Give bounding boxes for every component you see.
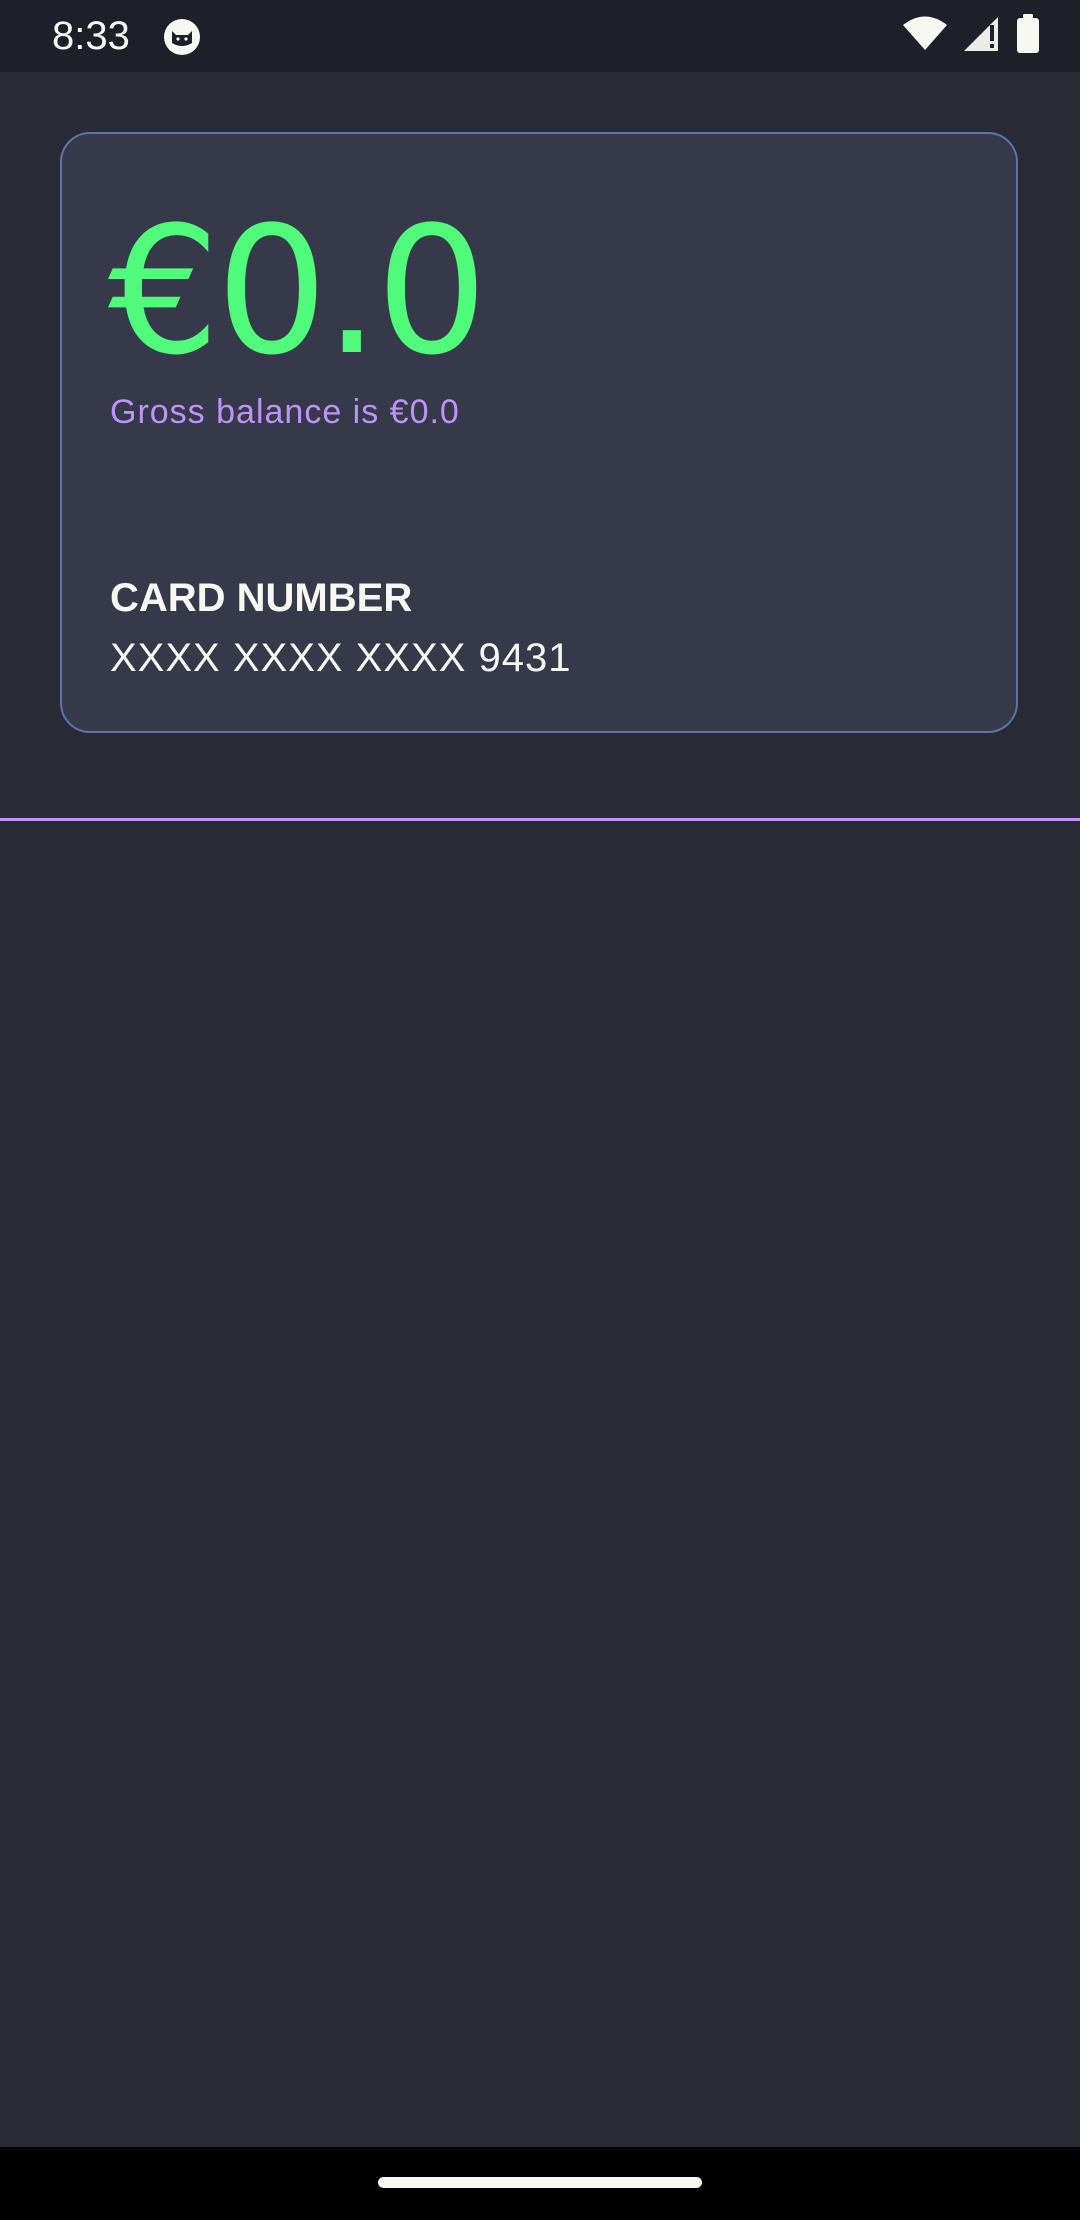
- battery-icon: [1016, 13, 1040, 59]
- status-time: 8:33: [52, 14, 130, 58]
- balance-card[interactable]: €0.0 Gross balance is €0.0 CARD NUMBER X…: [60, 132, 1018, 733]
- card-number-label: CARD NUMBER: [110, 576, 413, 620]
- main-content: €0.0 Gross balance is €0.0 CARD NUMBER X…: [0, 72, 1080, 2147]
- card-number-value: XXXX XXXX XXXX 9431: [110, 636, 572, 680]
- home-gesture-handle[interactable]: [378, 2177, 702, 2188]
- cellular-signal-icon: [962, 15, 1002, 58]
- status-icons: [902, 13, 1040, 59]
- wifi-icon: [902, 16, 948, 57]
- divider: [0, 818, 1080, 821]
- navigation-bar: [0, 2147, 1080, 2220]
- status-bar: 8:33: [0, 0, 1080, 72]
- balance-amount: €0.0: [108, 189, 488, 394]
- gross-balance-text: Gross balance is €0.0: [110, 393, 460, 431]
- cat-notification-icon: [162, 17, 202, 57]
